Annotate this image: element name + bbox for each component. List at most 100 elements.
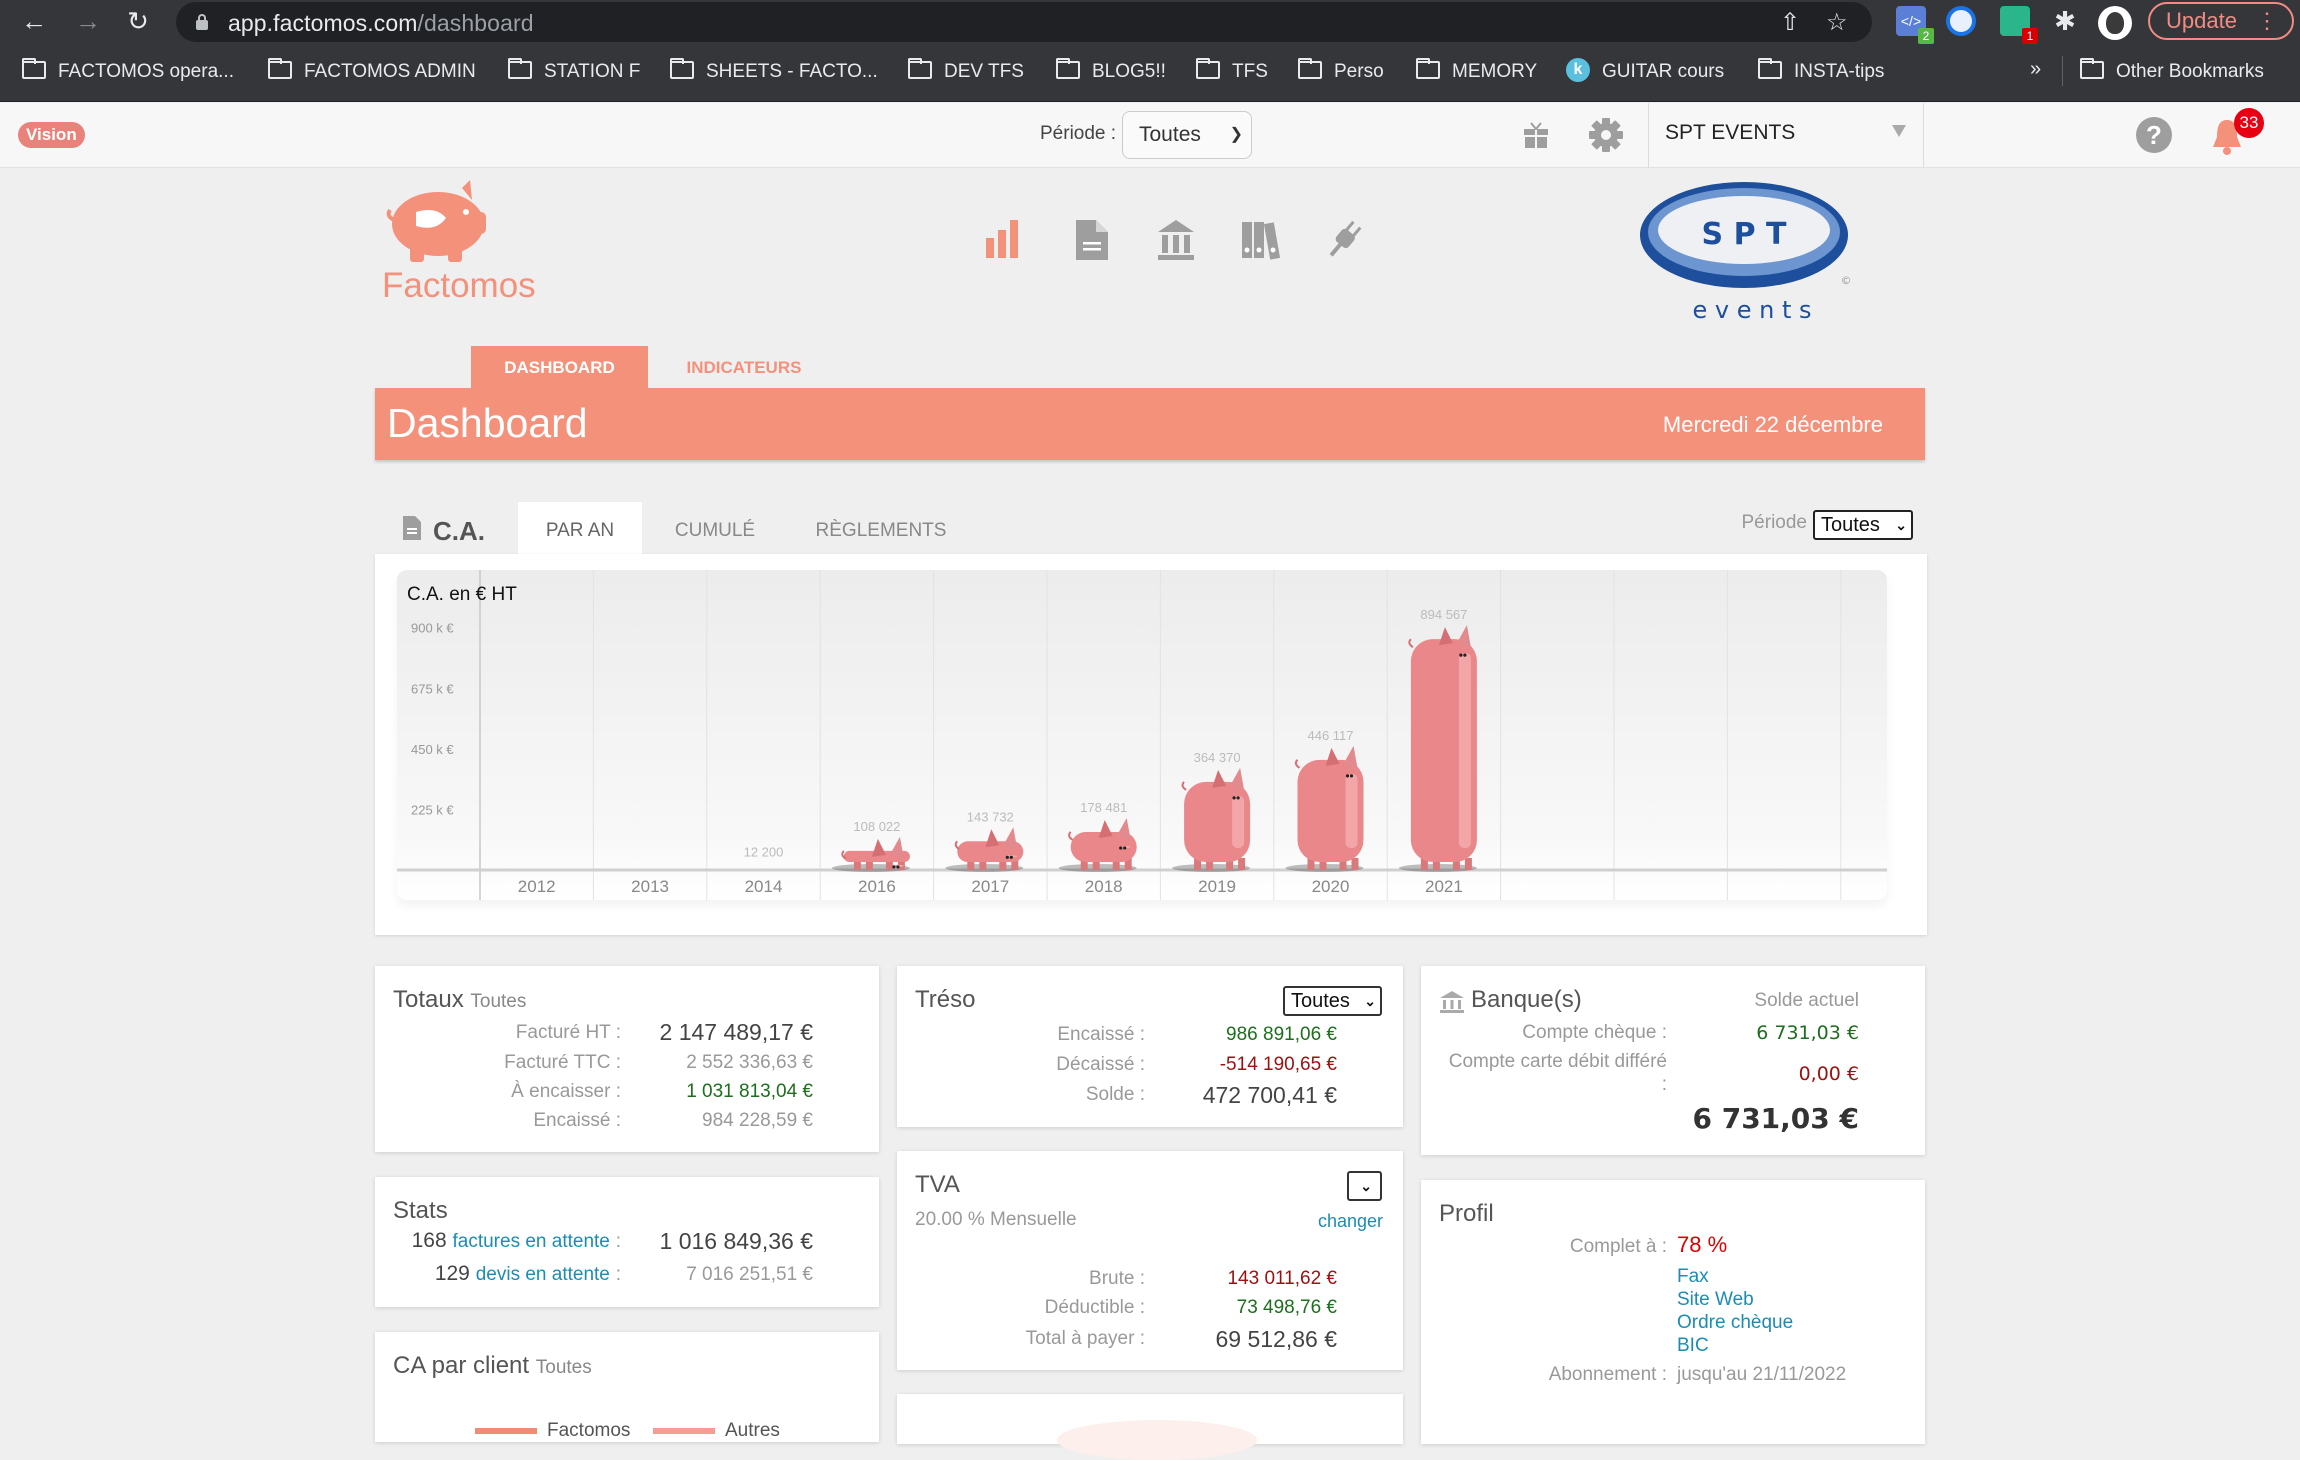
page-title: Dashboard (387, 400, 588, 446)
folder-icon (670, 57, 694, 79)
chart-bars-icon[interactable] (984, 218, 1024, 262)
data-label: 178 481 (1080, 800, 1127, 815)
folder-icon (508, 57, 532, 79)
forward-button[interactable]: → (72, 6, 104, 38)
bookmark-item[interactable]: SHEETS - FACTO... (670, 57, 878, 86)
bookmark-label: FACTOMOS opera... (58, 61, 234, 82)
reload-button[interactable]: ↻ (122, 6, 154, 38)
compte-carte-label: Compte carte débit différé (1448, 1051, 1667, 1072)
extensions-puzzle-icon[interactable]: ✱ (2050, 6, 2080, 36)
vision-badge[interactable]: Vision (18, 122, 85, 148)
bookmark-item[interactable]: BLOG5!! (1056, 57, 1166, 86)
page-banner: Dashboard Mercredi 22 décembre (375, 388, 1925, 460)
ca-chart-card: C.A. en € HT 225 k € 450 k € 675 k € 900 k €… (375, 554, 1927, 935)
bookmarks-bar: FACTOMOS opera... FACTOMOS ADMIN STATION… (0, 44, 2300, 102)
folder-icon (1758, 57, 1782, 79)
factures-en-attente-link[interactable]: factures en attente (452, 1231, 609, 1252)
bookmark-item[interactable]: k GUITAR cours (1566, 57, 1724, 86)
ca-chart-svg: C.A. en € HT 225 k € 450 k € 675 k € 900 k €… (397, 570, 1887, 900)
tva-rate: 20.00 % Mensuelle (915, 1209, 1077, 1230)
extension-badge: 2 (1918, 28, 1934, 44)
tab-par-an[interactable]: PAR AN (518, 502, 642, 554)
legend-swatch-factomos (475, 1428, 537, 1434)
bookmark-star-icon[interactable]: ☆ (1826, 8, 1848, 37)
missing-field-site-web[interactable]: Site Web (1677, 1289, 1754, 1311)
missing-field-bic[interactable]: BIC (1677, 1335, 1709, 1357)
company-select[interactable]: SPT EVENTS (1665, 121, 1795, 145)
bookmark-item[interactable]: FACTOMOS ADMIN (268, 57, 476, 86)
devis-count: 129 (434, 1262, 470, 1285)
other-bookmarks[interactable]: Other Bookmarks (2080, 57, 2264, 86)
profil-complete-label: Complet à : (1569, 1236, 1667, 1257)
missing-field-ordre-cheque[interactable]: Ordre chèque (1677, 1312, 1793, 1334)
gift-icon[interactable] (1523, 121, 1549, 149)
tab-dashboard[interactable]: DASHBOARD (471, 346, 648, 388)
periode-value: Toutes (1139, 123, 1201, 146)
encaisse-value: 984 228,59 € (702, 1110, 813, 1131)
bar-2021 (1398, 625, 1477, 872)
tab-indicateurs[interactable]: INDICATEURS (664, 346, 824, 388)
app-top-bar: Vision Période : Toutes ❯ SPT EVENTS ? (0, 103, 2300, 168)
x-tick-label: 2021 (1425, 877, 1463, 896)
folder-icon (268, 57, 292, 79)
tab-reglements[interactable]: RÈGLEMENTS (789, 502, 973, 554)
y-tick-label: 900 k € (411, 621, 454, 636)
profil-card: Profil Complet à : 78 % Fax Site Web Ord… (1421, 1180, 1925, 1444)
extension-devtools-icon[interactable]: </> 2 (1896, 6, 1934, 44)
compte-cheque-value[interactable]: 6 731,03 € (1756, 1022, 1859, 1044)
folder-icon (1416, 57, 1440, 79)
appbar-divider (1923, 103, 1924, 168)
bookmark-item[interactable]: TFS (1196, 57, 1268, 86)
compte-carte-value[interactable]: 0,00 € (1799, 1063, 1859, 1085)
bookmark-label: FACTOMOS ADMIN (304, 61, 476, 82)
update-button[interactable]: Update ⋮ (2148, 2, 2294, 40)
tva-change-link[interactable]: changer (1318, 1211, 1383, 1232)
x-tick-label: 2012 (518, 877, 556, 896)
help-icon[interactable]: ? (2136, 117, 2172, 153)
bookmark-item[interactable]: STATION F (508, 57, 640, 86)
extension-password-icon[interactable] (1946, 6, 1976, 36)
y-tick-label: 225 k € (411, 802, 454, 817)
periode-select[interactable]: Toutes ❯ (1122, 111, 1252, 159)
folder-icon (1298, 57, 1322, 79)
folder-icon (1196, 57, 1220, 79)
gear-icon[interactable] (1588, 117, 1624, 153)
tab-cumule[interactable]: CUMULÉ (655, 502, 775, 554)
profile-avatar[interactable] (2098, 6, 2132, 40)
bank-icon[interactable] (1156, 218, 1196, 262)
url-text[interactable]: app.factomos.com/dashboard (228, 10, 534, 37)
totaux-title-text: Totaux (393, 986, 464, 1013)
totaux-subtitle: Toutes (470, 991, 527, 1012)
more-bookmarks-button[interactable]: » (2030, 58, 2041, 81)
caret-down-icon[interactable] (1892, 125, 1906, 137)
tva-period-select[interactable]: ⌄ (1347, 1171, 1382, 1201)
x-tick-label: 2013 (631, 877, 669, 896)
bookmark-item[interactable]: DEV TFS (908, 57, 1024, 86)
chevron-down-icon: ⌄ (1364, 993, 1376, 1009)
treso-title: Tréso (915, 986, 976, 1013)
factures-en-attente-value: 1 016 849,36 € (659, 1228, 813, 1254)
extension-bird-icon[interactable]: 1 (2000, 6, 2038, 44)
bookmark-item[interactable]: MEMORY (1416, 57, 1537, 86)
bookmark-item[interactable]: INSTA-tips (1758, 57, 1884, 86)
back-button[interactable]: ← (18, 6, 50, 38)
legend-label-factomos: Factomos (547, 1420, 631, 1441)
treso-periode-select[interactable]: Toutes ⌄ (1283, 986, 1382, 1016)
bookmark-item[interactable]: Perso (1298, 57, 1384, 86)
bookmark-label: SHEETS - FACTO... (706, 61, 878, 82)
missing-field-fax[interactable]: Fax (1677, 1266, 1709, 1288)
plug-icon[interactable] (1324, 218, 1364, 262)
facture-ttc-value: 2 552 336,63 € (686, 1052, 813, 1073)
ca-periode-select[interactable]: Toutes ⌄ (1813, 510, 1913, 540)
profil-complete-value: 78 % (1677, 1232, 1728, 1257)
devis-en-attente-link[interactable]: devis en attente (476, 1264, 610, 1285)
separator: : (615, 1264, 621, 1285)
binders-icon[interactable] (1240, 218, 1280, 262)
address-bar[interactable]: app.factomos.com/dashboard ⇧ ☆ (176, 2, 1872, 42)
tva-total-value: 69 512,86 € (1215, 1326, 1337, 1352)
data-label: 143 732 (967, 809, 1014, 824)
document-icon[interactable] (1072, 218, 1112, 262)
share-icon[interactable]: ⇧ (1780, 8, 1800, 37)
ca-par-client-card: CA par client Toutes Factomos Autres (375, 1332, 879, 1442)
bookmark-item[interactable]: FACTOMOS opera... (22, 57, 234, 86)
